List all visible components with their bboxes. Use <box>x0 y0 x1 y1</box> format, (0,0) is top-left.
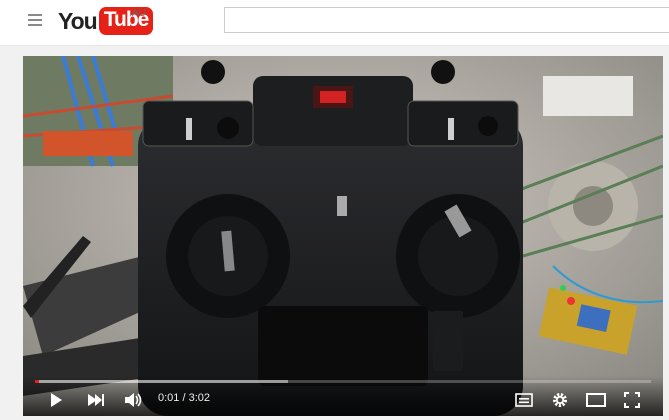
next-button[interactable] <box>83 388 109 412</box>
masthead: You Tube AU <box>0 0 669 46</box>
video-frame <box>23 56 663 416</box>
gear-icon <box>553 393 567 407</box>
settings-button[interactable] <box>547 388 573 412</box>
theater-mode-button[interactable] <box>583 388 609 412</box>
progress-bar[interactable] <box>35 380 651 383</box>
theater-mode-icon <box>586 393 606 407</box>
time-display: 0:01 / 3:02 <box>158 392 210 404</box>
progress-played <box>35 380 39 383</box>
volume-button[interactable] <box>121 388 147 412</box>
play-button[interactable] <box>43 388 69 412</box>
hamburger-menu-icon[interactable] <box>28 14 42 26</box>
fullscreen-icon <box>624 392 640 408</box>
captions-icon <box>515 393 533 407</box>
current-time: 0:01 <box>158 392 180 404</box>
time-separator: / <box>179 392 189 404</box>
fullscreen-button[interactable] <box>619 388 645 412</box>
region-label: AU <box>132 8 146 19</box>
progress-loaded <box>35 380 288 383</box>
player-controls: 0:01 / 3:02 <box>23 376 663 416</box>
search-input[interactable] <box>224 7 669 33</box>
video-player[interactable]: 0:01 / 3:02 <box>23 56 663 416</box>
duration: 3:02 <box>188 392 211 404</box>
captions-button[interactable] <box>511 388 537 412</box>
logo-you-text: You <box>58 7 98 34</box>
next-icon <box>88 394 104 406</box>
play-icon <box>51 393 62 407</box>
volume-icon <box>125 393 142 407</box>
